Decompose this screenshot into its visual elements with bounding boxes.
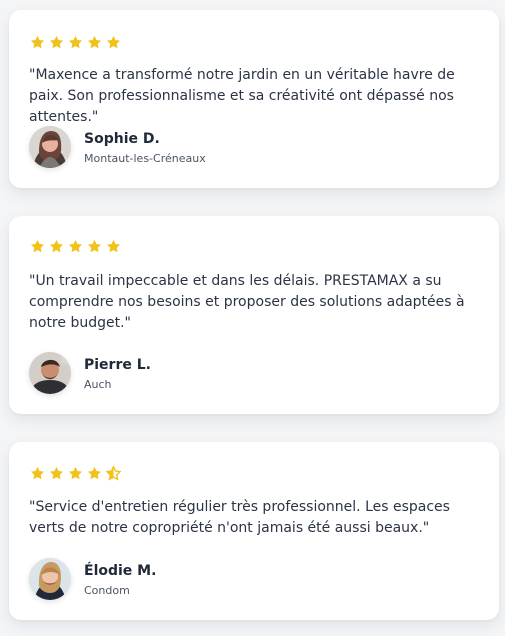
- star-icon: [29, 465, 46, 482]
- star-icon: [48, 465, 65, 482]
- star-icon: [86, 465, 103, 482]
- star-icon: [105, 34, 122, 51]
- star-icon: [86, 238, 103, 255]
- testimonial-card: "Maxence a transformé notre jardin en un…: [9, 10, 499, 188]
- man-avatar-icon: [29, 352, 71, 394]
- author-location: Montaut-les-Créneaux: [84, 152, 206, 165]
- star-icon: [29, 34, 46, 51]
- testimonial-author: Pierre L. Auch: [29, 352, 449, 396]
- testimonial-author: Élodie M. Condom: [29, 558, 449, 602]
- half-star-icon: [105, 464, 122, 482]
- star-icon: [67, 34, 84, 51]
- rating-stars: [29, 463, 122, 483]
- star-icon: [67, 238, 84, 255]
- rating-stars: [29, 32, 122, 52]
- star-icon: [29, 238, 46, 255]
- star-icon: [48, 34, 65, 51]
- rating-stars: [29, 236, 122, 256]
- woman-avatar-icon: [29, 558, 71, 600]
- author-name: Élodie M.: [84, 563, 157, 579]
- star-icon: [86, 34, 103, 51]
- testimonial-quote: "Service d'entretien régulier très profe…: [29, 499, 450, 536]
- testimonials-page: "Maxence a transformé notre jardin en un…: [0, 0, 505, 636]
- testimonial-author: Sophie D. Montaut-les-Créneaux: [29, 126, 449, 170]
- author-location: Auch: [84, 378, 112, 391]
- author-location: Condom: [84, 584, 130, 597]
- testimonial-quote: "Un travail impeccable et dans les délai…: [29, 273, 465, 331]
- testimonial-quote: "Maxence a transformé notre jardin en un…: [29, 67, 455, 125]
- testimonial-card: "Un travail impeccable et dans les délai…: [9, 216, 499, 414]
- author-name: Sophie D.: [84, 131, 160, 147]
- testimonial-card: "Service d'entretien régulier très profe…: [9, 442, 499, 620]
- author-name: Pierre L.: [84, 357, 151, 373]
- star-icon: [67, 465, 84, 482]
- star-icon: [48, 238, 65, 255]
- star-icon: [105, 238, 122, 255]
- woman-avatar-icon: [29, 126, 71, 168]
